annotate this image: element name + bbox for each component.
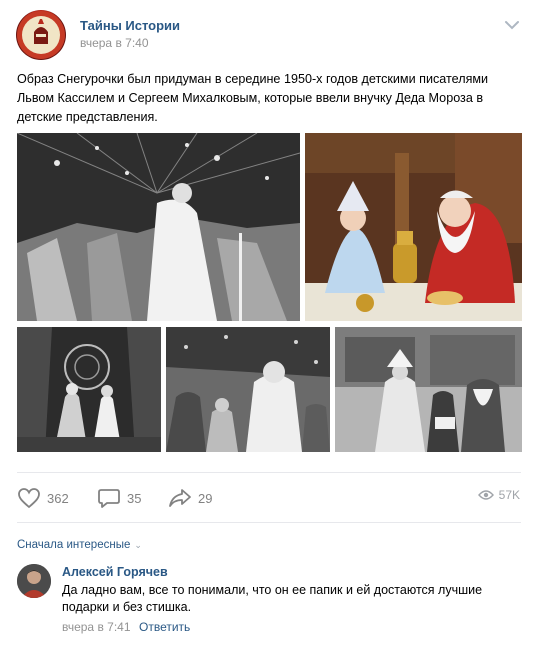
views-counter: 57K: [477, 488, 520, 502]
eye-icon: [477, 490, 494, 500]
community-name[interactable]: Тайны Истории: [80, 18, 180, 33]
share-count: 29: [198, 490, 213, 506]
more-options-icon[interactable]: [500, 14, 524, 36]
actions-divider: [17, 472, 521, 473]
sort-label: Сначала интересные: [17, 539, 131, 551]
photo-snegurochka-tea[interactable]: [305, 133, 522, 321]
like-button[interactable]: 362: [17, 486, 69, 510]
share-arrow-icon: [169, 489, 191, 507]
heart-icon: [18, 488, 40, 509]
comments-sort-dropdown[interactable]: Сначала интересные ⌄: [17, 539, 142, 551]
post-text: Образ Снегурочки был придуман в середине…: [17, 72, 489, 124]
photo-stage-performance[interactable]: [17, 327, 161, 452]
post-time[interactable]: вчера в 7:40: [80, 36, 149, 50]
comments-divider: [17, 522, 521, 523]
comment-time[interactable]: вчера в 7:41: [62, 620, 131, 634]
photo-stage-show[interactable]: [17, 133, 300, 321]
comment-button[interactable]: 35: [97, 486, 141, 510]
comment-icon: [98, 489, 120, 508]
commenter-avatar[interactable]: [17, 564, 51, 598]
views-count: 57K: [498, 488, 520, 502]
like-count: 362: [47, 490, 69, 506]
comment-text: Да ладно вам, все то понимали, что он ее…: [62, 583, 483, 614]
chevron-down-icon: ⌄: [134, 539, 142, 550]
commenter-name[interactable]: Алексей Горячев: [62, 565, 168, 579]
community-avatar[interactable]: [16, 10, 66, 60]
photo-street-parade[interactable]: [335, 327, 522, 452]
reply-link[interactable]: Ответить: [139, 620, 190, 634]
post-card: Тайны Истории вчера в 7:40 Образ Снегуро…: [0, 0, 538, 650]
share-button[interactable]: 29: [168, 486, 212, 510]
photo-yolka-crowd[interactable]: [166, 327, 330, 452]
comment-count: 35: [127, 490, 142, 506]
